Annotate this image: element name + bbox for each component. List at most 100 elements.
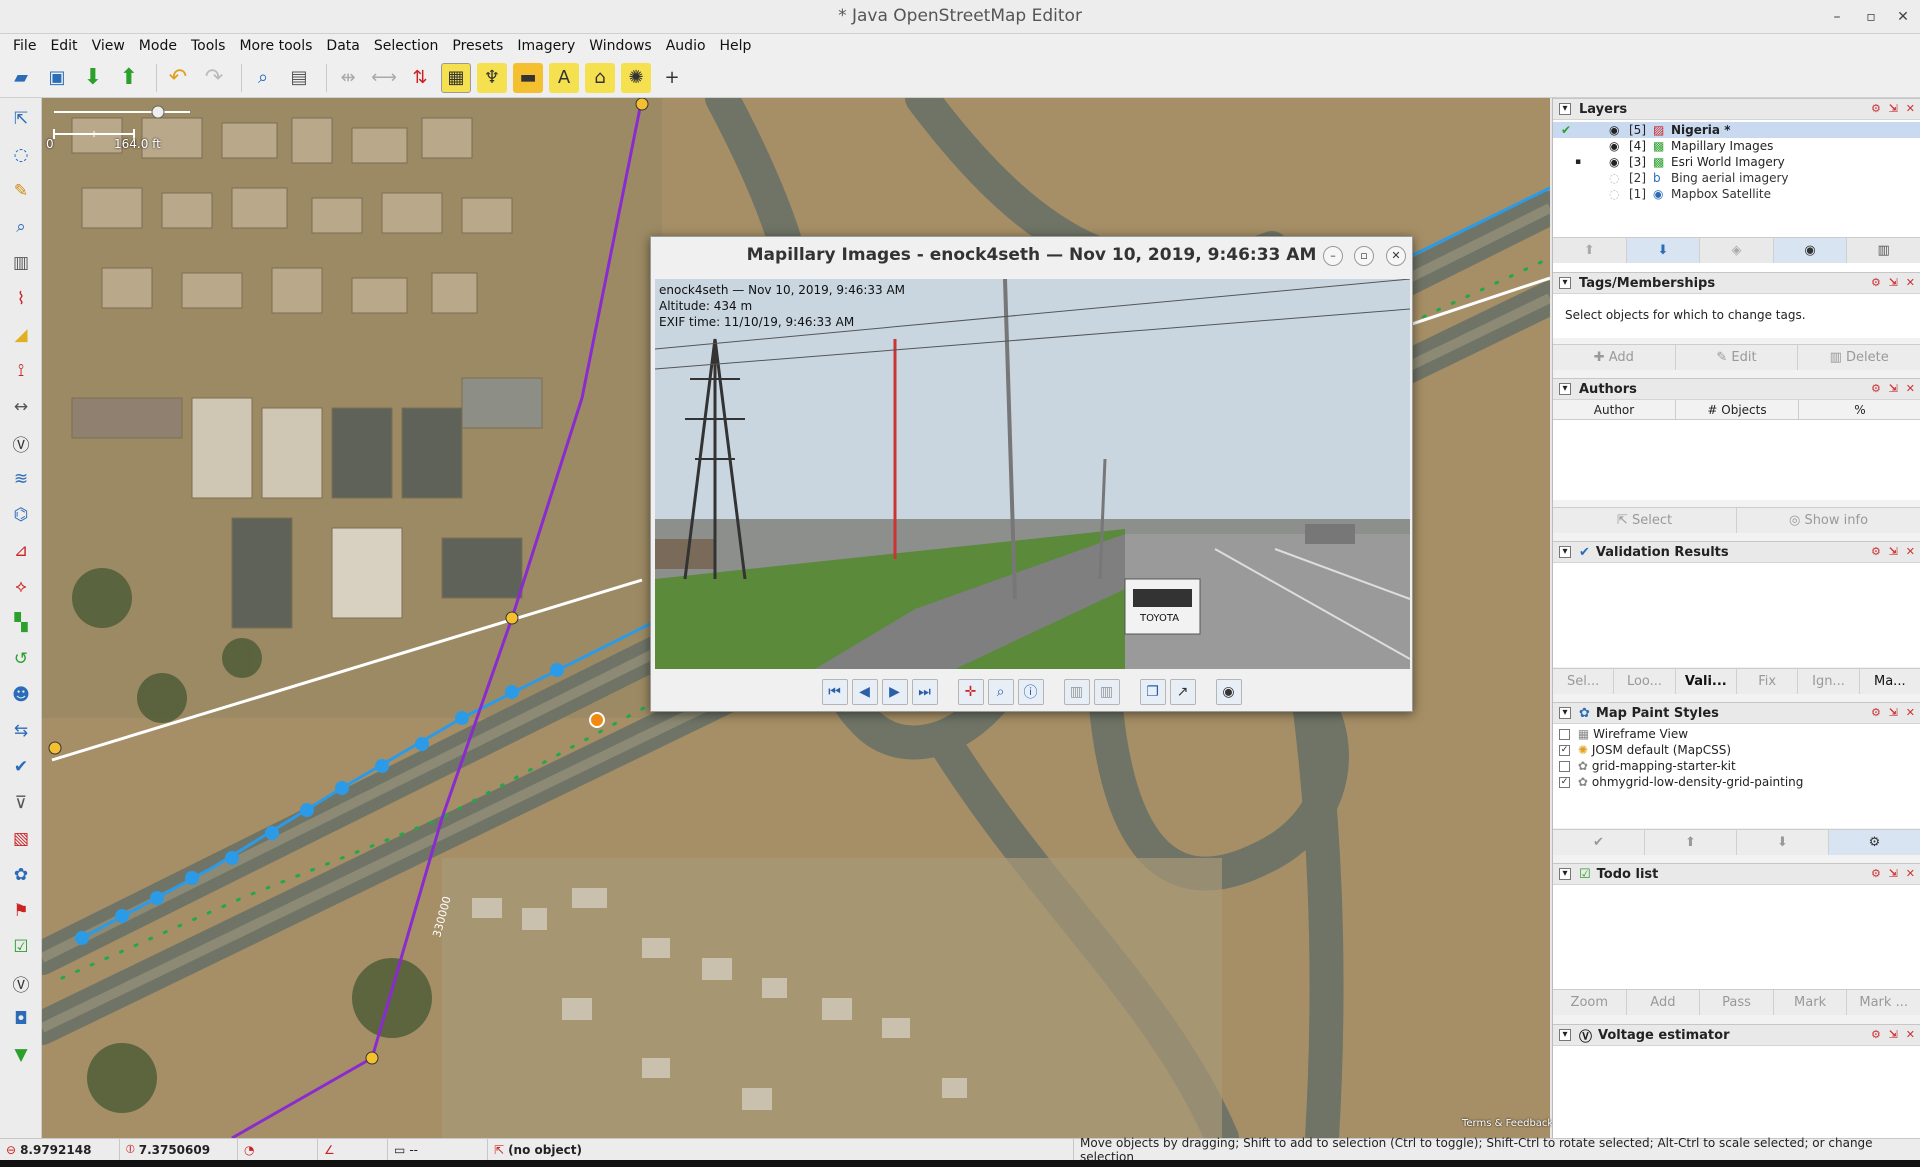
paint-styles-panel-header[interactable]: ▾ ✿ Map Paint Styles ⚙ ⇲ ✕ [1553, 702, 1920, 724]
eye-icon[interactable]: ◉ [1215, 679, 1242, 705]
voltage-toggle-icon[interactable]: Ⓥ [6, 968, 36, 998]
mapillary-image-window[interactable]: Mapillary Images - enock4seth — Nov 10, … [650, 236, 1413, 712]
lookup-button[interactable]: Loo... [1614, 669, 1676, 694]
collapse-icon[interactable]: ▾ [1559, 277, 1571, 289]
style-checkbox[interactable]: ✓ [1559, 745, 1570, 756]
activate-style-icon[interactable]: ✔ [1553, 830, 1645, 855]
validation-panel-header[interactable]: ▾ ✔ Validation Results ⚙ ⇲ ✕ [1553, 541, 1920, 563]
power-line-preset-icon[interactable]: ▬ [513, 62, 543, 93]
align-tool-icon[interactable]: ↔ [6, 392, 36, 422]
first-image-icon[interactable]: ⏮ [821, 679, 848, 705]
delete-tag-button[interactable]: ▥ Delete [1798, 345, 1920, 370]
layer-item[interactable]: ◉ [4] ▩ Mapillary Images [1553, 138, 1920, 154]
menu-audio[interactable]: Audio [659, 38, 713, 54]
voltage-panel-header[interactable]: ▾ Ⓥ Voltage estimator ⚙ ⇲ ✕ [1553, 1024, 1920, 1046]
mapillary-image-point[interactable] [115, 909, 129, 923]
reverse-way-icon[interactable]: ⇅ [405, 63, 435, 93]
collapse-icon[interactable]: ▾ [1559, 1029, 1571, 1041]
author-column-header[interactable]: Author [1553, 400, 1676, 419]
zoom-to-image-icon[interactable]: ⌕ [987, 679, 1014, 705]
mapillary-photo[interactable]: TOYOTA [655, 279, 1410, 669]
style-settings-icon[interactable]: ⚙ [1829, 830, 1920, 855]
layers-toggle-icon[interactable]: ≋ [6, 464, 36, 494]
trash-image-icon[interactable]: ▥ [1093, 679, 1120, 705]
authors-panel-header[interactable]: ▾ Authors ⚙ ⇲ ✕ [1553, 378, 1920, 400]
merge-icon[interactable]: ◈ [1700, 238, 1774, 263]
lasso-tool-icon[interactable]: ◌ [6, 140, 36, 170]
collapse-icon[interactable]: ▾ [1559, 383, 1571, 395]
previous-image-icon[interactable]: ◀ [851, 679, 878, 705]
menu-presets[interactable]: Presets [445, 38, 510, 54]
percent-column-header[interactable]: % [1799, 400, 1920, 419]
style-item[interactable]: ✿ grid-mapping-starter-kit [1553, 758, 1920, 774]
tags-toggle-icon[interactable]: ⌬ [6, 500, 36, 530]
panel-controls-icon[interactable]: ⚙ ⇲ ✕ [1871, 706, 1917, 719]
draw-tool-icon[interactable]: ✎ [6, 176, 36, 206]
style-checkbox[interactable] [1559, 761, 1570, 772]
mapillary-image-point[interactable] [505, 685, 519, 699]
eye-icon[interactable]: ◉ [1609, 122, 1619, 138]
mapillary-image-point[interactable] [415, 737, 429, 751]
zoom-tool-icon[interactable]: ⌕ [6, 212, 36, 242]
select-errors-button[interactable]: Sel... [1553, 669, 1615, 694]
style-item[interactable]: ✓ ✿ ohmygrid-low-density-grid-painting [1553, 774, 1920, 790]
menu-tools[interactable]: Tools [184, 38, 233, 54]
eye-icon[interactable]: ◉ [1609, 138, 1619, 154]
minimize-icon[interactable]: – [1323, 246, 1343, 266]
select-button[interactable]: ⇱ Select [1553, 508, 1737, 533]
layer-item[interactable]: ◌ [1] ◉ Mapbox Satellite [1553, 186, 1920, 202]
menu-mode[interactable]: Mode [132, 38, 184, 54]
panel-controls-icon[interactable]: ⚙ ⇲ ✕ [1871, 276, 1917, 289]
layer-item[interactable]: ▪ ◉ [3] ▩ Esri World Imagery [1553, 154, 1920, 170]
power-portal-preset-icon[interactable]: A [549, 62, 579, 93]
collapse-icon[interactable]: ▾ [1559, 546, 1571, 558]
next-image-icon[interactable]: ▶ [881, 679, 908, 705]
authors-toggle-icon[interactable]: ☻ [6, 680, 36, 710]
panel-controls-icon[interactable]: ⚙ ⇲ ✕ [1871, 382, 1917, 395]
maximize-icon[interactable]: ▫ [1860, 6, 1882, 28]
zoom-icon[interactable]: ⌕ [248, 63, 278, 93]
undo-icon[interactable]: ↶ [163, 63, 193, 93]
move-up-icon[interactable]: ⬆ [1553, 238, 1627, 263]
power-tower-preset-icon[interactable]: ▦ [441, 62, 471, 93]
menu-file[interactable]: File [6, 38, 43, 54]
terms-link[interactable]: Terms & Feedback [1462, 1118, 1553, 1129]
show-info-button[interactable]: ◎ Show info [1737, 508, 1920, 533]
mapillary-image-point[interactable] [185, 871, 199, 885]
style-checkbox[interactable]: ✓ [1559, 777, 1570, 788]
eye-closed-icon[interactable]: ◌ [1609, 170, 1619, 186]
changeset-toggle-icon[interactable]: ▧ [6, 824, 36, 854]
maximize-icon[interactable]: ▫ [1354, 246, 1374, 266]
style-item[interactable]: ▦ Wireframe View [1553, 726, 1920, 742]
menu-data[interactable]: Data [319, 38, 366, 54]
todo-mark-more-button[interactable]: Mark ... [1847, 990, 1920, 1015]
mapillary-image-point[interactable] [265, 826, 279, 840]
menu-windows[interactable]: Windows [582, 38, 659, 54]
power-substation-preset-icon[interactable]: ⌂ [585, 62, 615, 93]
preferences-icon[interactable]: ▤ [284, 63, 314, 93]
save-icon[interactable]: ▣ [42, 63, 72, 93]
power-generator-preset-icon[interactable]: ✺ [621, 62, 651, 93]
notes-toggle-icon[interactable]: ⚑ [6, 896, 36, 926]
upload-icon[interactable]: ⬆ [114, 63, 144, 93]
redo-icon[interactable]: ↷ [199, 63, 229, 93]
collapse-icon[interactable]: ▾ [1559, 707, 1571, 719]
mapillary-filter-icon[interactable]: ▼ [6, 1040, 36, 1070]
edit-tag-button[interactable]: ✎ Edit [1676, 345, 1799, 370]
center-view-icon[interactable]: ✛ [957, 679, 984, 705]
parallel-tool-icon[interactable]: ⌇ [6, 284, 36, 314]
extrude-tool-icon[interactable]: ◢ [6, 320, 36, 350]
layer-item[interactable]: ✔ ◉ [5] ▨ Nigeria * [1553, 122, 1920, 138]
menu-selection[interactable]: Selection [367, 38, 446, 54]
collapse-icon[interactable]: ▾ [1559, 868, 1571, 880]
split-way-icon[interactable]: ⇹ [333, 63, 363, 93]
style-item[interactable]: ✓ ✺ JOSM default (MapCSS) [1553, 742, 1920, 758]
improve-way-icon[interactable]: ⟟ [6, 356, 36, 386]
mapillary-image-point[interactable] [225, 851, 239, 865]
delete-image-icon[interactable]: ▥ [1063, 679, 1090, 705]
selection-toggle-icon[interactable]: ⟡ [6, 572, 36, 602]
validation-toggle-icon[interactable]: ✔ [6, 752, 36, 782]
copy-icon[interactable]: ❐ [1139, 679, 1166, 705]
tags-panel-header[interactable]: ▾ Tags/Memberships ⚙ ⇲ ✕ [1553, 272, 1920, 294]
todo-mark-button[interactable]: Mark [1774, 990, 1848, 1015]
